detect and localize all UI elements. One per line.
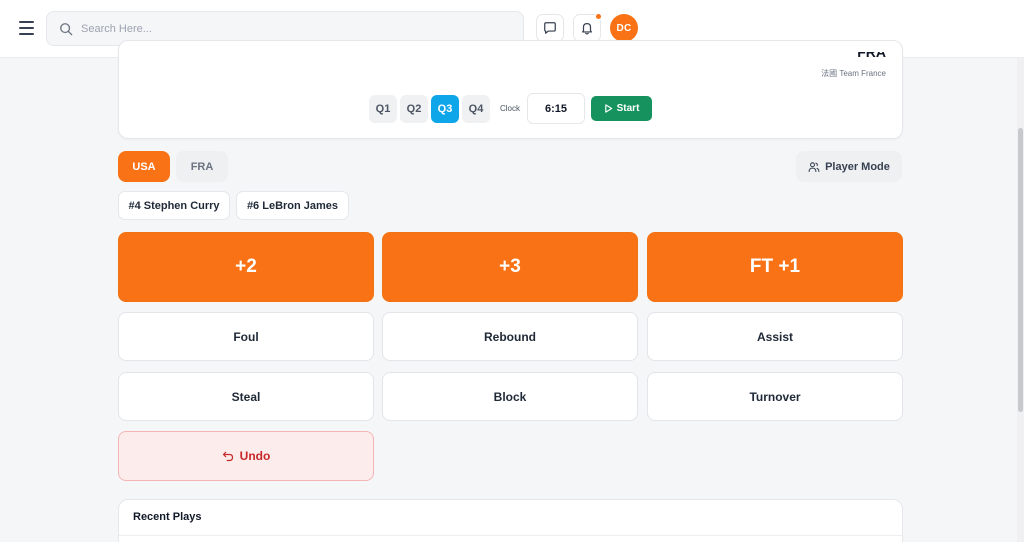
rebound-button[interactable]: Rebound bbox=[382, 312, 638, 361]
search-icon bbox=[60, 23, 73, 36]
block-button[interactable]: Block bbox=[382, 372, 638, 421]
notification-dot bbox=[595, 13, 602, 20]
away-team-name: 法國 Team France bbox=[821, 69, 886, 78]
foul-button[interactable]: Foul bbox=[118, 312, 374, 361]
team-tab-usa[interactable]: USA bbox=[118, 151, 170, 182]
play-icon bbox=[604, 104, 612, 113]
divider bbox=[119, 535, 902, 536]
game-control-card: FRA 法國 Team France Q1 Q2 Q3 Q4 Clock 6:1… bbox=[118, 40, 903, 139]
player-chip-stephen-curry[interactable]: #4 Stephen Curry bbox=[118, 191, 230, 220]
player-mode-button[interactable]: Player Mode bbox=[796, 151, 902, 182]
chat-icon bbox=[544, 22, 556, 34]
menu-icon[interactable] bbox=[19, 21, 34, 35]
quarter-button-q2[interactable]: Q2 bbox=[400, 94, 428, 123]
undo-button[interactable]: Undo bbox=[118, 431, 374, 481]
start-button[interactable]: Start bbox=[591, 96, 653, 121]
player-mode-label: Player Mode bbox=[825, 160, 890, 173]
quarter-button-q1[interactable]: Q1 bbox=[369, 94, 397, 123]
steal-button[interactable]: Steal bbox=[118, 372, 374, 421]
score-plus-3-button[interactable]: +3 bbox=[382, 232, 638, 302]
recent-plays-title: Recent Plays bbox=[133, 511, 202, 523]
quarter-button-q3[interactable]: Q3 bbox=[431, 94, 459, 123]
avatar[interactable]: DC bbox=[610, 14, 638, 42]
assist-button[interactable]: Assist bbox=[647, 312, 903, 361]
recent-plays-card: Recent Plays bbox=[118, 499, 903, 542]
bell-icon bbox=[582, 23, 592, 35]
undo-label: Undo bbox=[239, 449, 271, 463]
users-icon bbox=[808, 161, 820, 172]
scrollbar-thumb[interactable] bbox=[1018, 128, 1023, 412]
quarter-button-q4[interactable]: Q4 bbox=[462, 94, 490, 123]
away-team-abbr: FRA bbox=[857, 52, 886, 60]
turnover-button[interactable]: Turnover bbox=[647, 372, 903, 421]
clock-input[interactable]: 6:15 bbox=[527, 93, 586, 124]
player-chip-lebron-james[interactable]: #6 LeBron James bbox=[236, 191, 349, 220]
free-throw-button[interactable]: FT +1 bbox=[647, 232, 903, 302]
messages-button[interactable] bbox=[536, 14, 564, 42]
start-label: Start bbox=[616, 103, 640, 114]
score-plus-2-button[interactable]: +2 bbox=[118, 232, 374, 302]
notifications-button[interactable] bbox=[573, 13, 602, 42]
quarter-selector: Q1 Q2 Q3 Q4 Clock 6:15 Start bbox=[369, 93, 653, 124]
undo-icon bbox=[222, 451, 233, 462]
team-tab-fra[interactable]: FRA bbox=[176, 151, 228, 182]
clock-label: Clock bbox=[500, 104, 521, 113]
